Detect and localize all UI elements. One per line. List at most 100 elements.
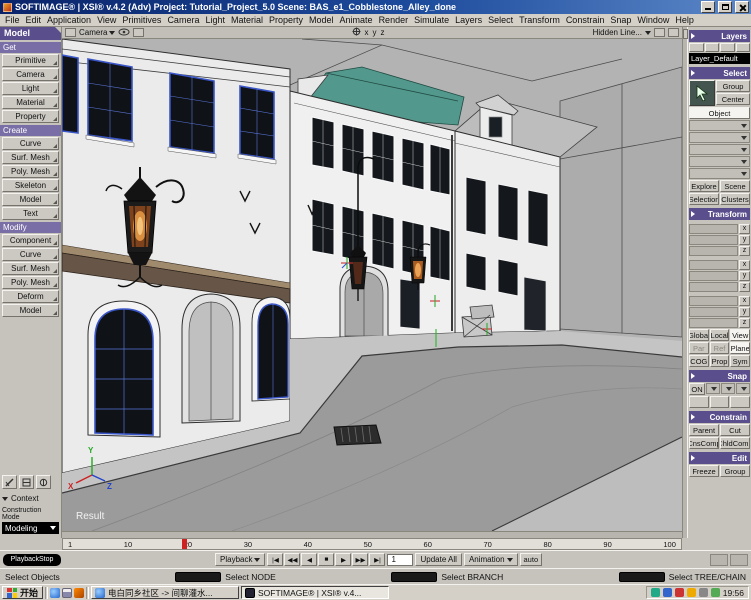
axis-toggle[interactable]: y bbox=[372, 28, 378, 37]
plane-mode-button[interactable]: Plane bbox=[730, 342, 750, 354]
selection-filter-dropdown[interactable] bbox=[689, 120, 750, 131]
selection-filter-dropdown[interactable] bbox=[689, 168, 750, 179]
tool-button[interactable]: Poly. Mesh bbox=[2, 165, 59, 178]
layer-tool-button[interactable] bbox=[736, 43, 751, 52]
chldcomp-button[interactable]: ChldComp bbox=[720, 437, 750, 449]
menu-item[interactable]: File bbox=[2, 15, 23, 25]
menu-item[interactable]: Property bbox=[266, 15, 306, 25]
snap-option-button[interactable] bbox=[710, 396, 730, 408]
selection-button[interactable]: Selection bbox=[689, 193, 719, 205]
snap-option-button[interactable] bbox=[689, 396, 709, 408]
transform-value-slider[interactable] bbox=[689, 224, 738, 234]
center-button[interactable]: Center bbox=[716, 93, 750, 105]
quicklaunch-media-icon[interactable] bbox=[74, 588, 84, 598]
menu-item[interactable]: Model bbox=[306, 15, 337, 25]
layers-panel-header[interactable]: Layers bbox=[689, 30, 750, 42]
menu-item[interactable]: Material bbox=[228, 15, 266, 25]
construction-mode-dropdown[interactable]: Modeling bbox=[2, 522, 59, 534]
axis-toggle[interactable]: x bbox=[364, 28, 370, 37]
taskbar-clock[interactable]: 19:56 bbox=[723, 588, 744, 598]
menu-item[interactable]: Edit bbox=[23, 15, 45, 25]
transform-value-slider[interactable] bbox=[689, 296, 738, 306]
global-mode-button[interactable]: Global bbox=[689, 329, 709, 341]
start-button[interactable]: 开始 bbox=[2, 586, 43, 599]
snap-target-dropdown[interactable] bbox=[736, 383, 750, 394]
camera-view-menu[interactable]: Camera bbox=[79, 28, 115, 37]
tool-button[interactable]: Model bbox=[2, 193, 59, 206]
viewport-3d-scene[interactable]: X Y Z Result bbox=[62, 39, 682, 531]
menu-item[interactable]: Light bbox=[202, 15, 228, 25]
menu-item[interactable]: Help bbox=[672, 15, 697, 25]
context-menu[interactable]: Context bbox=[2, 494, 59, 503]
tool-button[interactable]: Material bbox=[2, 96, 59, 109]
playback-extra-button[interactable] bbox=[710, 554, 728, 566]
tool-button[interactable]: Property bbox=[2, 110, 59, 123]
transport-button[interactable]: ◀ bbox=[301, 553, 317, 566]
playback-menu-button[interactable]: Playback bbox=[215, 553, 265, 566]
menu-item[interactable]: Animate bbox=[337, 15, 376, 25]
transform-axis-button[interactable]: z bbox=[739, 282, 750, 292]
viewport-maximize-icon[interactable] bbox=[668, 28, 679, 37]
viewport-resize-icon[interactable] bbox=[65, 28, 76, 37]
transform-value-slider[interactable] bbox=[689, 260, 738, 270]
transport-button[interactable]: ▶| bbox=[369, 553, 385, 566]
tray-icon[interactable] bbox=[687, 588, 696, 597]
snap-target-dropdown[interactable] bbox=[706, 383, 720, 394]
cnscomp-button[interactable]: CnsComp bbox=[689, 437, 719, 449]
minimize-button[interactable] bbox=[701, 1, 715, 13]
sym-button[interactable]: Sym bbox=[730, 355, 750, 367]
tool-button[interactable]: Primitive bbox=[2, 54, 59, 67]
timeline-playhead[interactable] bbox=[182, 539, 187, 549]
selection-filter-dropdown[interactable] bbox=[689, 132, 750, 143]
select-panel-header[interactable]: Select bbox=[689, 67, 750, 79]
playback-extra-button[interactable] bbox=[730, 554, 748, 566]
title-bar[interactable]: SOFTIMAGE® | XSI® v.4.2 (Adv) Project: T… bbox=[0, 0, 751, 14]
object-mode-button[interactable]: Object bbox=[689, 107, 750, 119]
menu-item[interactable]: Camera bbox=[164, 15, 202, 25]
tool-icon-button[interactable] bbox=[2, 475, 17, 489]
menu-item[interactable]: Render bbox=[376, 15, 412, 25]
quicklaunch-ie-icon[interactable] bbox=[50, 588, 60, 598]
tray-icon[interactable] bbox=[651, 588, 660, 597]
menu-item[interactable]: Application bbox=[44, 15, 94, 25]
transform-value-slider[interactable] bbox=[689, 235, 738, 245]
target-icon[interactable] bbox=[352, 27, 361, 38]
menu-item[interactable]: Window bbox=[634, 15, 672, 25]
selection-filter-dropdown[interactable] bbox=[689, 144, 750, 155]
transport-button[interactable]: ▶▶ bbox=[352, 553, 368, 566]
menu-item[interactable]: Snap bbox=[607, 15, 634, 25]
selection-filter-dropdown[interactable] bbox=[689, 156, 750, 167]
freeze-button[interactable]: Freeze bbox=[689, 465, 719, 477]
explore-button[interactable]: Explore bbox=[689, 180, 719, 192]
layer-tool-button[interactable] bbox=[689, 43, 704, 52]
tray-icon[interactable] bbox=[699, 588, 708, 597]
viewport-option-icon[interactable] bbox=[654, 28, 665, 37]
transform-axis-button[interactable]: y bbox=[739, 271, 750, 281]
current-layer-dropdown[interactable]: Layer_Default bbox=[689, 53, 750, 64]
playback-stop-button[interactable]: PlaybackStop bbox=[3, 554, 61, 566]
transform-value-slider[interactable] bbox=[689, 307, 738, 317]
autokey-toggle[interactable]: auto bbox=[520, 553, 543, 566]
edit-panel-header[interactable]: Edit bbox=[689, 452, 750, 464]
tray-icon[interactable] bbox=[711, 588, 720, 597]
tool-button[interactable]: Skeleton bbox=[2, 179, 59, 192]
tool-button[interactable]: Model bbox=[2, 304, 59, 317]
transform-axis-button[interactable]: x bbox=[739, 224, 750, 234]
tool-button[interactable]: Component bbox=[2, 234, 59, 247]
tool-button[interactable]: Poly. Mesh bbox=[2, 276, 59, 289]
layer-tool-button[interactable] bbox=[705, 43, 720, 52]
tool-button[interactable]: Surf. Mesh bbox=[2, 262, 59, 275]
horizontal-splitter[interactable] bbox=[62, 531, 682, 538]
edit-group-button[interactable]: Group bbox=[720, 465, 750, 477]
menu-item[interactable]: View bbox=[94, 15, 119, 25]
parent-button[interactable]: Parent bbox=[689, 424, 719, 436]
timeline-ruler[interactable]: 1102030405060708090100 bbox=[62, 538, 682, 550]
clusters-button[interactable]: Clusters bbox=[720, 193, 750, 205]
tool-button[interactable]: Curve bbox=[2, 137, 59, 150]
menu-item[interactable]: Layers bbox=[452, 15, 485, 25]
snap-on-button[interactable]: ON bbox=[689, 383, 705, 395]
transform-axis-button[interactable]: y bbox=[739, 307, 750, 317]
tool-button[interactable]: Text bbox=[2, 207, 59, 220]
taskbar-task-browser[interactable]: 电白同乡社区 -> 间聊灌水... bbox=[91, 586, 239, 599]
ref-mode-button[interactable]: Ref bbox=[710, 342, 730, 354]
